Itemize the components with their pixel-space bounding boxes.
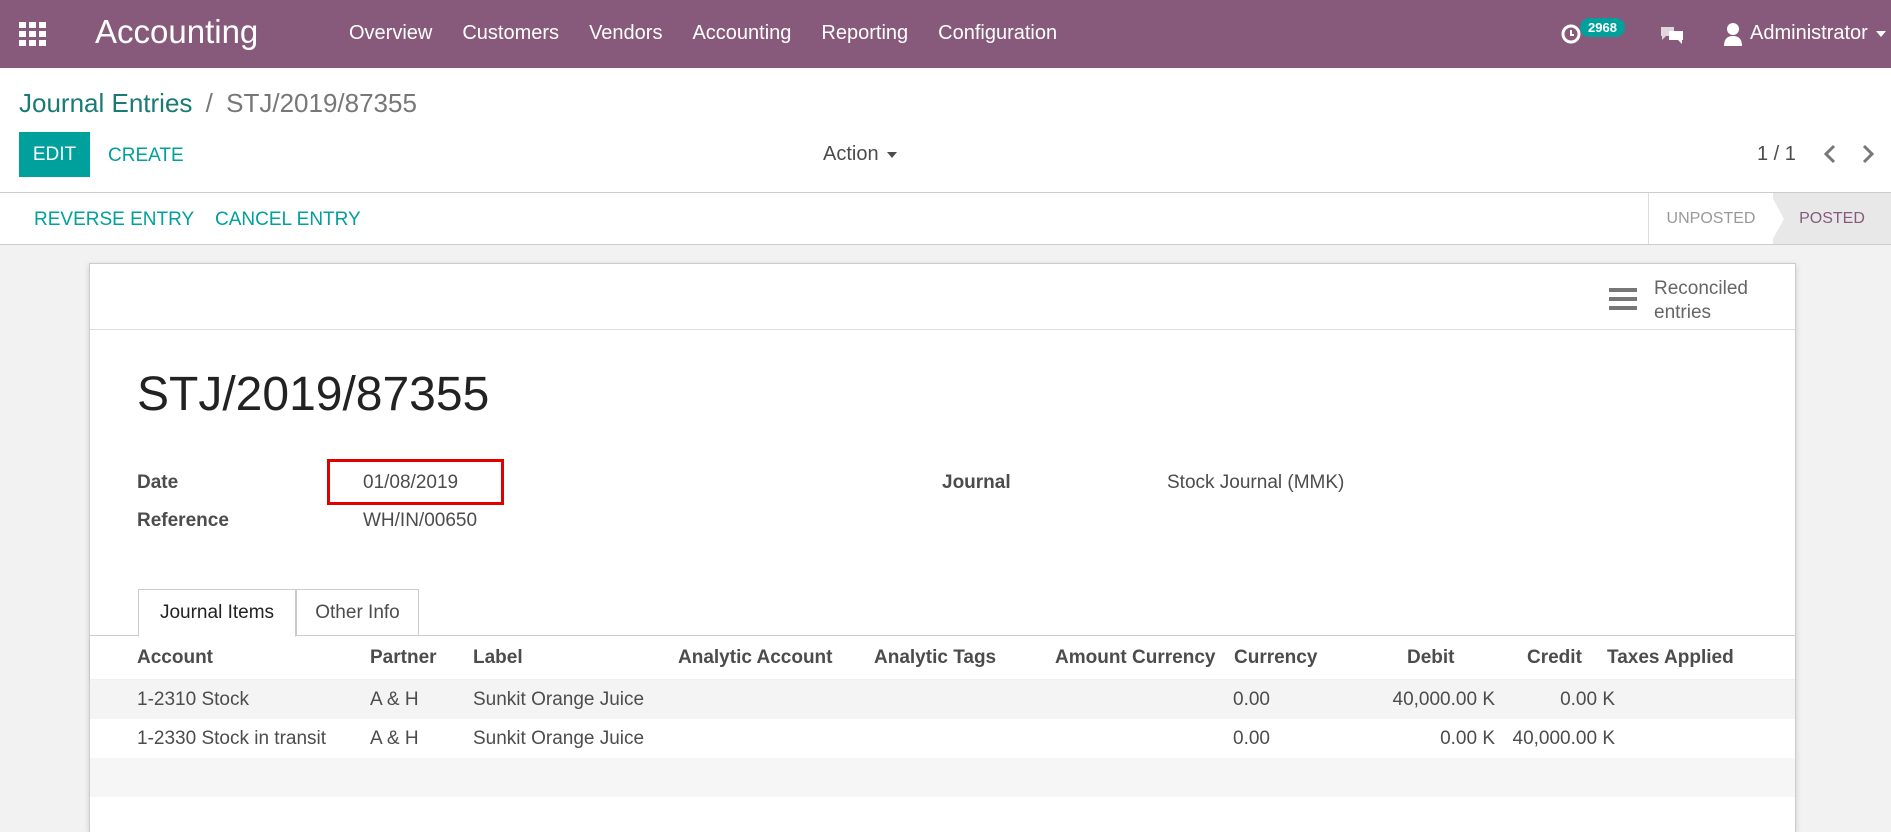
cell-debit: 40,000.00 K [1392, 689, 1495, 710]
stage-arrow [1770, 193, 1784, 244]
column-credit[interactable]: Credit [1527, 647, 1582, 669]
table-row[interactable]: 1-2310 Stock A & H Sunkit Orange Juice 0… [90, 680, 1795, 719]
date-label: Date [137, 472, 179, 493]
column-analytic-tags[interactable]: Analytic Tags [874, 647, 996, 669]
cell-label: Sunkit Orange Juice [473, 728, 645, 749]
column-taxes-applied[interactable]: Taxes Applied [1607, 647, 1734, 669]
edit-button[interactable]: EDIT [19, 132, 90, 177]
reconciled-label-line1: Reconciled [1654, 278, 1748, 299]
cell-account: 1-2330 Stock in transit [137, 728, 327, 749]
empty-table-row [90, 758, 1795, 797]
column-label[interactable]: Label [473, 647, 523, 669]
cell-account: 1-2310 Stock [137, 689, 249, 710]
column-account[interactable]: Account [137, 647, 213, 669]
top-navbar: Accounting Overview Customers Vendors Ac… [0, 0, 1891, 68]
menu-item-customers[interactable]: Customers [462, 22, 559, 45]
menu-item-vendors[interactable]: Vendors [589, 22, 662, 45]
tab-other-info[interactable]: Other Info [296, 589, 419, 636]
column-currency[interactable]: Currency [1234, 647, 1317, 669]
notebook-tabs: Journal Items Other Info [90, 589, 1795, 637]
table-header: Account Partner Label Analytic Account A… [90, 637, 1795, 680]
app-brand[interactable]: Accounting [95, 13, 258, 51]
table-row[interactable]: 1-2330 Stock in transit A & H Sunkit Ora… [90, 719, 1795, 758]
journal-label: Journal [942, 472, 1011, 493]
chevron-left-icon[interactable] [1820, 142, 1840, 166]
menu-item-overview[interactable]: Overview [349, 22, 432, 45]
reconciled-label-line2: entries [1654, 302, 1712, 323]
list-bars-icon[interactable] [1609, 288, 1637, 312]
cell-partner: A & H [370, 728, 419, 749]
menu-item-accounting[interactable]: Accounting [692, 22, 791, 45]
breadcrumb: Journal Entries / STJ/2019/87355 [19, 88, 417, 119]
form-sheet: Reconciled entries STJ/2019/87355 Date 0… [89, 263, 1796, 832]
column-analytic-account[interactable]: Analytic Account [678, 647, 833, 669]
action-label: Action [823, 143, 879, 165]
cell-amount-currency: 0.00 [1233, 689, 1270, 710]
menu-item-reporting[interactable]: Reporting [821, 22, 908, 45]
cell-credit: 40,000.00 K [1512, 728, 1615, 749]
entry-title: STJ/2019/87355 [137, 368, 490, 421]
date-highlight-box [327, 459, 504, 505]
chevron-down-icon [886, 151, 897, 158]
reference-label: Reference [137, 510, 229, 531]
statusbar: REVERSE ENTRY CANCEL ENTRY UNPOSTED POST… [0, 193, 1891, 245]
column-debit[interactable]: Debit [1407, 647, 1455, 669]
cell-partner: A & H [370, 689, 419, 710]
activity-count-badge: 2968 [1580, 18, 1625, 37]
breadcrumb-current: STJ/2019/87355 [226, 88, 417, 118]
user-avatar-icon[interactable] [1724, 22, 1742, 46]
user-menu[interactable]: Administrator [1750, 22, 1886, 45]
chevron-down-icon [1875, 30, 1886, 37]
reconciled-entries-button[interactable]: Reconciled entries [1654, 277, 1774, 325]
cancel-entry-button[interactable]: CANCEL ENTRY [215, 209, 361, 231]
journal-value: Stock Journal (MMK) [1167, 472, 1345, 493]
cell-credit: 0.00 K [1560, 689, 1615, 710]
stage-posted[interactable]: POSTED [1773, 193, 1891, 244]
action-dropdown[interactable]: Action [823, 143, 897, 166]
breadcrumb-separator: / [205, 88, 213, 118]
tab-journal-items[interactable]: Journal Items [138, 589, 296, 637]
create-button[interactable]: CREATE [108, 145, 184, 167]
column-partner[interactable]: Partner [370, 647, 437, 669]
reference-value: WH/IN/00650 [363, 510, 478, 531]
chat-icon[interactable] [1659, 24, 1683, 44]
user-name: Administrator [1750, 22, 1868, 44]
control-panel: Journal Entries / STJ/2019/87355 EDIT CR… [0, 68, 1891, 193]
smart-button-box: Reconciled entries [90, 264, 1795, 330]
menu-item-configuration[interactable]: Configuration [938, 22, 1057, 45]
reverse-entry-button[interactable]: REVERSE ENTRY [34, 209, 194, 231]
breadcrumb-journal-entries[interactable]: Journal Entries [19, 88, 192, 118]
apps-grid-icon[interactable] [19, 22, 47, 46]
cell-amount-currency: 0.00 [1233, 728, 1270, 749]
stage-unposted[interactable]: UNPOSTED [1648, 193, 1773, 244]
chevron-right-icon[interactable] [1858, 142, 1878, 166]
cell-label: Sunkit Orange Juice [473, 689, 645, 710]
column-amount-currency[interactable]: Amount Currency [1055, 647, 1215, 669]
main-menu: Overview Customers Vendors Accounting Re… [349, 22, 1087, 45]
pager-value: 1 / 1 [1757, 143, 1796, 165]
